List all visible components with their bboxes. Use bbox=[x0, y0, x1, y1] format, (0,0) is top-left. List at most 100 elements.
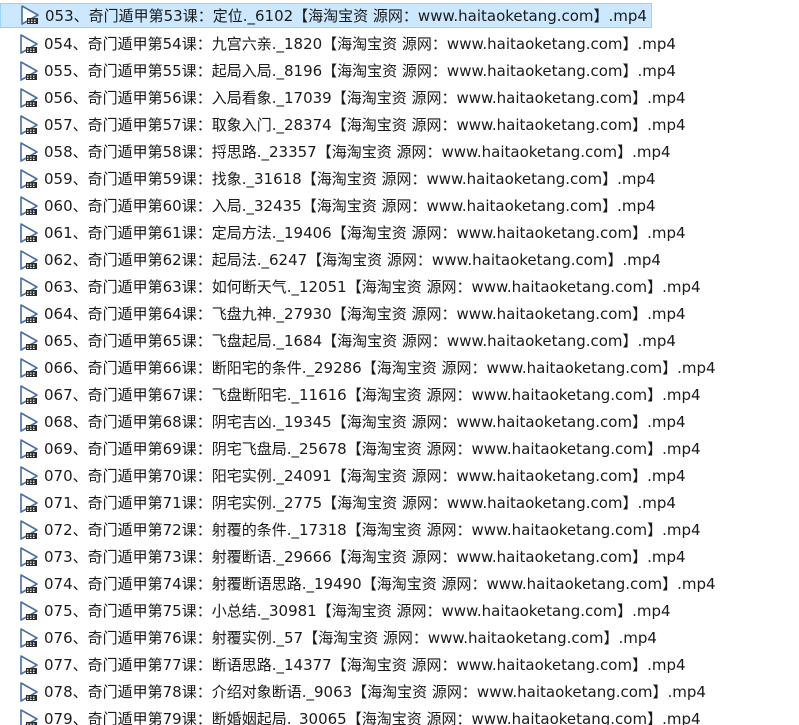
file-name: 060、奇门遁甲第60课：入局._32435【海淘宝资 源网：www.haita… bbox=[44, 197, 656, 215]
file-name: 053、奇门遁甲第53课：定位._6102【海淘宝资 源网：www.haitao… bbox=[45, 6, 647, 25]
file-name: 057、奇门遁甲第57课：取象入门._28374【海淘宝资 源网：www.hai… bbox=[44, 116, 686, 134]
file-name: 077、奇门遁甲第77课：断语思路._14377【海淘宝资 源网：www.hai… bbox=[44, 656, 686, 674]
file-row[interactable]: 056、奇门遁甲第56课：入局看象._17039【海淘宝资 源网：www.hai… bbox=[0, 84, 799, 111]
file-row[interactable]: 079、奇门遁甲第79课：断婚姻起局._30065【海淘宝资 源网：www.ha… bbox=[0, 705, 799, 725]
file-name: 065、奇门遁甲第65课：飞盘起局._1684【海淘宝资 源网：www.hait… bbox=[44, 332, 676, 350]
file-entry[interactable]: 056、奇门遁甲第56课：入局看象._17039【海淘宝资 源网：www.hai… bbox=[0, 84, 690, 111]
video-file-icon bbox=[18, 114, 40, 136]
video-file-icon bbox=[18, 654, 40, 676]
file-row[interactable]: 078、奇门遁甲第78课：介绍对象断语._9063【海淘宝资 源网：www.ha… bbox=[0, 678, 799, 705]
file-entry[interactable]: 074、奇门遁甲第74课：射覆断语思路._19490【海淘宝资 源网：www.h… bbox=[0, 570, 720, 597]
file-row[interactable]: 075、奇门遁甲第75课：小总结._30981【海淘宝资 源网：www.hait… bbox=[0, 597, 799, 624]
video-file-icon bbox=[18, 276, 40, 298]
file-entry[interactable]: 066、奇门遁甲第66课：断阳宅的条件._29286【海淘宝资 源网：www.h… bbox=[0, 354, 720, 381]
file-entry[interactable]: 073、奇门遁甲第73课：射覆断语._29666【海淘宝资 源网：www.hai… bbox=[0, 543, 690, 570]
file-name: 067、奇门遁甲第67课：飞盘断阳宅._11616【海淘宝资 源网：www.ha… bbox=[44, 386, 701, 404]
video-file-icon bbox=[19, 4, 41, 26]
file-entry[interactable]: 065、奇门遁甲第65课：飞盘起局._1684【海淘宝资 源网：www.hait… bbox=[0, 327, 680, 354]
file-entry[interactable]: 071、奇门遁甲第71课：阴宅实例._2775【海淘宝资 源网：www.hait… bbox=[0, 489, 680, 516]
video-file-icon bbox=[18, 357, 40, 379]
file-name: 075、奇门遁甲第75课：小总结._30981【海淘宝资 源网：www.hait… bbox=[44, 602, 671, 620]
file-name: 079、奇门遁甲第79课：断婚姻起局._30065【海淘宝资 源网：www.ha… bbox=[44, 710, 701, 725]
file-row[interactable]: 055、奇门遁甲第55课：起局入局._8196【海淘宝资 源网：www.hait… bbox=[0, 57, 799, 84]
file-name: 069、奇门遁甲第69课：阴宅飞盘局._25678【海淘宝资 源网：www.ha… bbox=[44, 440, 701, 458]
file-row[interactable]: 057、奇门遁甲第57课：取象入门._28374【海淘宝资 源网：www.hai… bbox=[0, 111, 799, 138]
video-file-icon bbox=[18, 249, 40, 271]
file-entry[interactable]: 057、奇门遁甲第57课：取象入门._28374【海淘宝资 源网：www.hai… bbox=[0, 111, 690, 138]
file-entry[interactable]: 063、奇门遁甲第63课：如何断天气._12051【海淘宝资 源网：www.ha… bbox=[0, 273, 705, 300]
file-name: 071、奇门遁甲第71课：阴宅实例._2775【海淘宝资 源网：www.hait… bbox=[44, 494, 676, 512]
video-file-icon bbox=[18, 708, 40, 725]
file-row[interactable]: 066、奇门遁甲第66课：断阳宅的条件._29286【海淘宝资 源网：www.h… bbox=[0, 354, 799, 381]
file-row[interactable]: 060、奇门遁甲第60课：入局._32435【海淘宝资 源网：www.haita… bbox=[0, 192, 799, 219]
video-file-icon bbox=[18, 222, 40, 244]
file-name: 078、奇门遁甲第78课：介绍对象断语._9063【海淘宝资 源网：www.ha… bbox=[44, 683, 706, 701]
file-row[interactable]: 071、奇门遁甲第71课：阴宅实例._2775【海淘宝资 源网：www.hait… bbox=[0, 489, 799, 516]
file-entry[interactable]: 060、奇门遁甲第60课：入局._32435【海淘宝资 源网：www.haita… bbox=[0, 192, 660, 219]
file-entry[interactable]: 077、奇门遁甲第77课：断语思路._14377【海淘宝资 源网：www.hai… bbox=[0, 651, 690, 678]
file-name: 073、奇门遁甲第73课：射覆断语._29666【海淘宝资 源网：www.hai… bbox=[44, 548, 686, 566]
file-row[interactable]: 068、奇门遁甲第68课：阴宅吉凶._19345【海淘宝资 源网：www.hai… bbox=[0, 408, 799, 435]
file-name: 055、奇门遁甲第55课：起局入局._8196【海淘宝资 源网：www.hait… bbox=[44, 62, 676, 80]
file-row[interactable]: 069、奇门遁甲第69课：阴宅飞盘局._25678【海淘宝资 源网：www.ha… bbox=[0, 435, 799, 462]
file-row[interactable]: 063、奇门遁甲第63课：如何断天气._12051【海淘宝资 源网：www.ha… bbox=[0, 273, 799, 300]
file-name: 072、奇门遁甲第72课：射覆的条件._17318【海淘宝资 源网：www.ha… bbox=[44, 521, 701, 539]
file-row[interactable]: 062、奇门遁甲第62课：起局法._6247【海淘宝资 源网：www.haita… bbox=[0, 246, 799, 273]
file-entry[interactable]: 059、奇门遁甲第59课：找象._31618【海淘宝资 源网：www.haita… bbox=[0, 165, 660, 192]
video-file-icon bbox=[18, 573, 40, 595]
file-row[interactable]: 073、奇门遁甲第73课：射覆断语._29666【海淘宝资 源网：www.hai… bbox=[0, 543, 799, 570]
file-entry[interactable]: 079、奇门遁甲第79课：断婚姻起局._30065【海淘宝资 源网：www.ha… bbox=[0, 705, 705, 725]
file-row[interactable]: 058、奇门遁甲第58课：捋思路._23357【海淘宝资 源网：www.hait… bbox=[0, 138, 799, 165]
file-entry[interactable]: 069、奇门遁甲第69课：阴宅飞盘局._25678【海淘宝资 源网：www.ha… bbox=[0, 435, 705, 462]
file-row[interactable]: 054、奇门遁甲第54课：九宫六亲._1820【海淘宝资 源网：www.hait… bbox=[0, 30, 799, 57]
file-entry[interactable]: 070、奇门遁甲第70课：阳宅实例._24091【海淘宝资 源网：www.hai… bbox=[0, 462, 690, 489]
file-entry[interactable]: 064、奇门遁甲第64课：飞盘九神._27930【海淘宝资 源网：www.hai… bbox=[0, 300, 690, 327]
file-entry[interactable]: 058、奇门遁甲第58课：捋思路._23357【海淘宝资 源网：www.hait… bbox=[0, 138, 675, 165]
file-row[interactable]: 065、奇门遁甲第65课：飞盘起局._1684【海淘宝资 源网：www.hait… bbox=[0, 327, 799, 354]
file-entry[interactable]: 061、奇门遁甲第61课：定局方法._19406【海淘宝资 源网：www.hai… bbox=[0, 219, 690, 246]
file-row[interactable]: 072、奇门遁甲第72课：射覆的条件._17318【海淘宝资 源网：www.ha… bbox=[0, 516, 799, 543]
video-file-icon bbox=[18, 438, 40, 460]
file-entry[interactable]: 053、奇门遁甲第53课：定位._6102【海淘宝资 源网：www.haitao… bbox=[0, 2, 652, 28]
video-file-icon bbox=[18, 33, 40, 55]
file-row[interactable]: 077、奇门遁甲第77课：断语思路._14377【海淘宝资 源网：www.hai… bbox=[0, 651, 799, 678]
video-file-icon bbox=[18, 384, 40, 406]
video-file-icon bbox=[18, 87, 40, 109]
file-name: 076、奇门遁甲第76课：射覆实例._57【海淘宝资 源网：www.haitao… bbox=[44, 629, 657, 647]
file-row[interactable]: 061、奇门遁甲第61课：定局方法._19406【海淘宝资 源网：www.hai… bbox=[0, 219, 799, 246]
video-file-icon bbox=[18, 303, 40, 325]
file-name: 074、奇门遁甲第74课：射覆断语思路._19490【海淘宝资 源网：www.h… bbox=[44, 575, 716, 593]
file-entry[interactable]: 072、奇门遁甲第72课：射覆的条件._17318【海淘宝资 源网：www.ha… bbox=[0, 516, 705, 543]
file-row[interactable]: 059、奇门遁甲第59课：找象._31618【海淘宝资 源网：www.haita… bbox=[0, 165, 799, 192]
video-file-icon bbox=[18, 60, 40, 82]
file-entry[interactable]: 062、奇门遁甲第62课：起局法._6247【海淘宝资 源网：www.haita… bbox=[0, 246, 665, 273]
file-row[interactable]: 074、奇门遁甲第74课：射覆断语思路._19490【海淘宝资 源网：www.h… bbox=[0, 570, 799, 597]
file-entry[interactable]: 075、奇门遁甲第75课：小总结._30981【海淘宝资 源网：www.hait… bbox=[0, 597, 675, 624]
video-file-icon bbox=[18, 492, 40, 514]
file-name: 063、奇门遁甲第63课：如何断天气._12051【海淘宝资 源网：www.ha… bbox=[44, 278, 701, 296]
file-name: 058、奇门遁甲第58课：捋思路._23357【海淘宝资 源网：www.hait… bbox=[44, 143, 671, 161]
file-row[interactable]: 076、奇门遁甲第76课：射覆实例._57【海淘宝资 源网：www.haitao… bbox=[0, 624, 799, 651]
file-entry[interactable]: 054、奇门遁甲第54课：九宫六亲._1820【海淘宝资 源网：www.hait… bbox=[0, 30, 680, 57]
video-file-icon bbox=[18, 465, 40, 487]
file-entry[interactable]: 076、奇门遁甲第76课：射覆实例._57【海淘宝资 源网：www.haitao… bbox=[0, 624, 661, 651]
file-name: 066、奇门遁甲第66课：断阳宅的条件._29286【海淘宝资 源网：www.h… bbox=[44, 359, 716, 377]
video-file-icon bbox=[18, 681, 40, 703]
file-row[interactable]: 064、奇门遁甲第64课：飞盘九神._27930【海淘宝资 源网：www.hai… bbox=[0, 300, 799, 327]
video-file-icon bbox=[18, 546, 40, 568]
file-list: 053、奇门遁甲第53课：定位._6102【海淘宝资 源网：www.haitao… bbox=[0, 0, 799, 725]
video-file-icon bbox=[18, 411, 40, 433]
file-entry[interactable]: 067、奇门遁甲第67课：飞盘断阳宅._11616【海淘宝资 源网：www.ha… bbox=[0, 381, 705, 408]
video-file-icon bbox=[18, 519, 40, 541]
video-file-icon bbox=[18, 141, 40, 163]
file-row[interactable]: 070、奇门遁甲第70课：阳宅实例._24091【海淘宝资 源网：www.hai… bbox=[0, 462, 799, 489]
file-name: 054、奇门遁甲第54课：九宫六亲._1820【海淘宝资 源网：www.hait… bbox=[44, 35, 676, 53]
file-name: 068、奇门遁甲第68课：阴宅吉凶._19345【海淘宝资 源网：www.hai… bbox=[44, 413, 686, 431]
file-row[interactable]: 053、奇门遁甲第53课：定位._6102【海淘宝资 源网：www.haitao… bbox=[0, 0, 799, 30]
file-name: 056、奇门遁甲第56课：入局看象._17039【海淘宝资 源网：www.hai… bbox=[44, 89, 686, 107]
file-entry[interactable]: 078、奇门遁甲第78课：介绍对象断语._9063【海淘宝资 源网：www.ha… bbox=[0, 678, 710, 705]
file-row[interactable]: 067、奇门遁甲第67课：飞盘断阳宅._11616【海淘宝资 源网：www.ha… bbox=[0, 381, 799, 408]
file-entry[interactable]: 055、奇门遁甲第55课：起局入局._8196【海淘宝资 源网：www.hait… bbox=[0, 57, 680, 84]
file-entry[interactable]: 068、奇门遁甲第68课：阴宅吉凶._19345【海淘宝资 源网：www.hai… bbox=[0, 408, 690, 435]
video-file-icon bbox=[18, 627, 40, 649]
